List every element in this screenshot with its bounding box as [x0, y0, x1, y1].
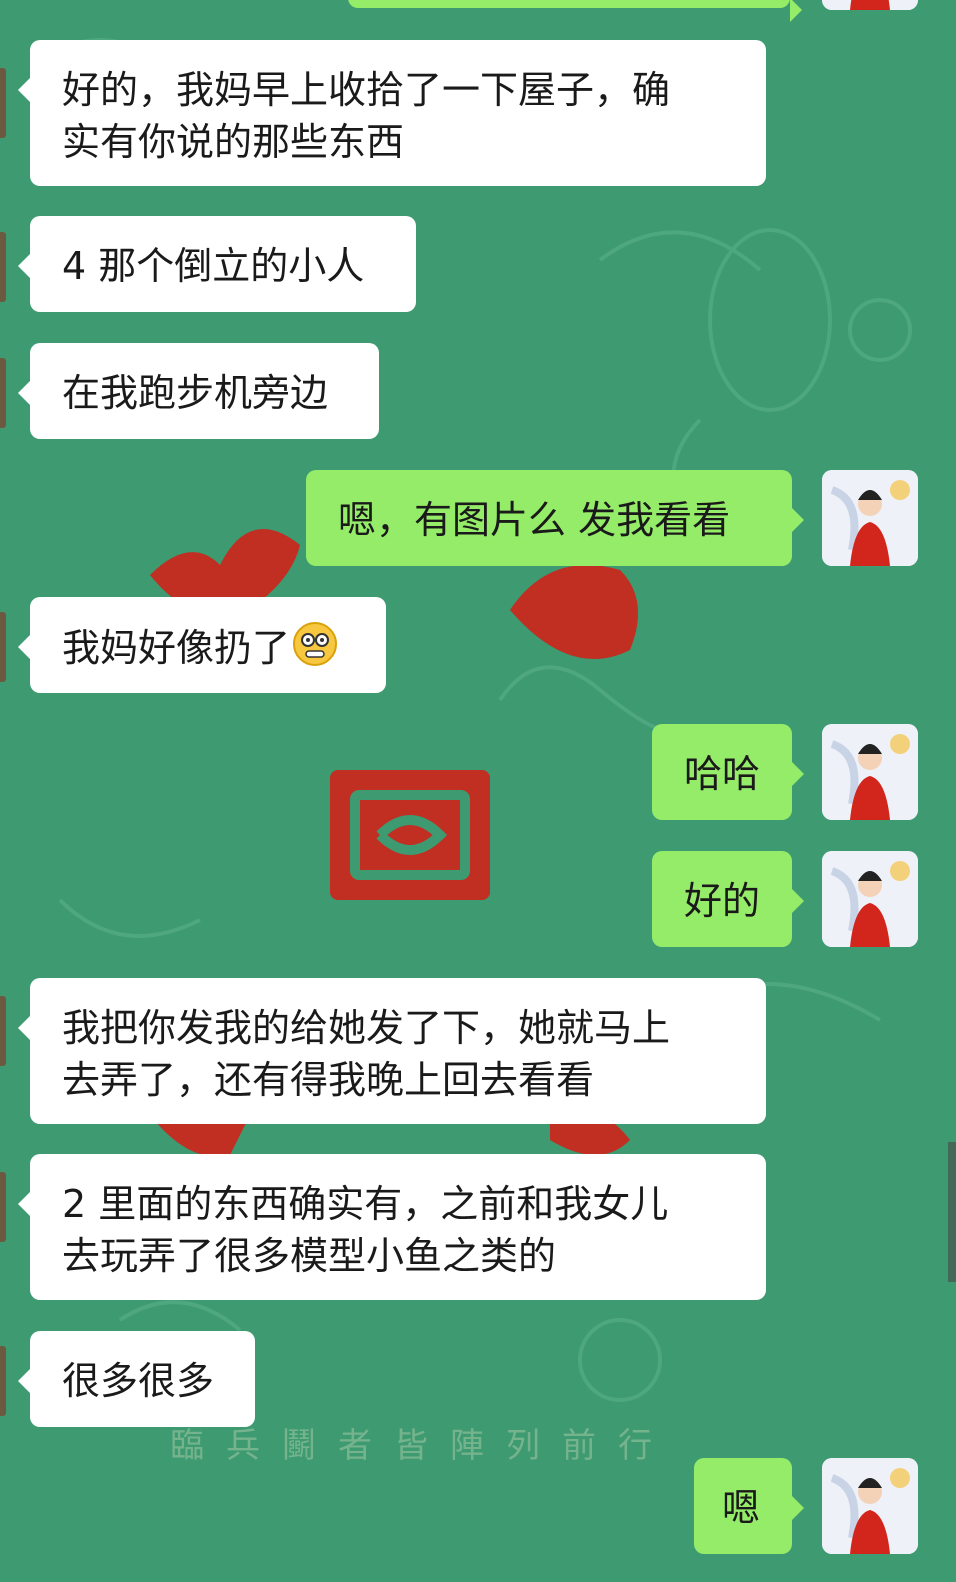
my-avatar[interactable] — [822, 1458, 918, 1554]
message-bubble[interactable]: 嗯 — [694, 1458, 804, 1554]
scrollbar[interactable] — [948, 1142, 956, 1282]
woman-in-red-avatar-icon — [822, 724, 918, 820]
message-bubble[interactable]: 在我跑步机旁边 — [18, 343, 379, 439]
woman-in-red-avatar-icon — [822, 851, 918, 947]
message-bubble[interactable]: 好的，我妈早上收拾了一下屋子，确 实有你说的那些东西 — [18, 40, 766, 186]
message-bubble[interactable]: 我把你发我的给她发了下，她就马上 去弄了，还有得我晚上回去看看 — [18, 978, 766, 1124]
my-avatar[interactable] — [822, 851, 918, 947]
woman-in-red-avatar-icon — [822, 0, 918, 10]
woman-in-red-avatar-icon — [822, 1458, 918, 1554]
message-bubble[interactable]: 嗯，有图片么 发我看看 — [306, 470, 804, 566]
contact-avatar-edge[interactable] — [0, 1346, 6, 1416]
message-bubble[interactable]: 4 那个倒立的小人 — [18, 216, 416, 312]
message-bubble[interactable]: 我妈好像扔了 — [18, 597, 386, 693]
message-bubble[interactable]: 哈哈 — [652, 724, 804, 820]
message-bubble-partial[interactable] — [348, 0, 802, 22]
message-bubble[interactable]: 很多很多 — [18, 1331, 255, 1427]
message-text: 我妈好像扔了 — [62, 626, 291, 670]
contact-avatar-edge[interactable] — [0, 996, 6, 1066]
my-avatar[interactable] — [822, 0, 918, 10]
contact-avatar-edge[interactable] — [0, 232, 6, 302]
my-avatar[interactable] — [822, 724, 918, 820]
contact-avatar-edge[interactable] — [0, 1172, 6, 1242]
woman-in-red-avatar-icon — [822, 470, 918, 566]
message-bubble[interactable]: 好的 — [652, 851, 804, 947]
my-avatar[interactable] — [822, 470, 918, 566]
message-bubble[interactable]: 2 里面的东西确实有，之前和我女儿 去玩弄了很多模型小鱼之类的 — [18, 1154, 766, 1300]
grimace-emoji-icon — [292, 621, 338, 680]
contact-avatar-edge[interactable] — [0, 358, 6, 428]
contact-avatar-edge[interactable] — [0, 612, 6, 682]
contact-avatar-edge[interactable] — [0, 68, 6, 138]
